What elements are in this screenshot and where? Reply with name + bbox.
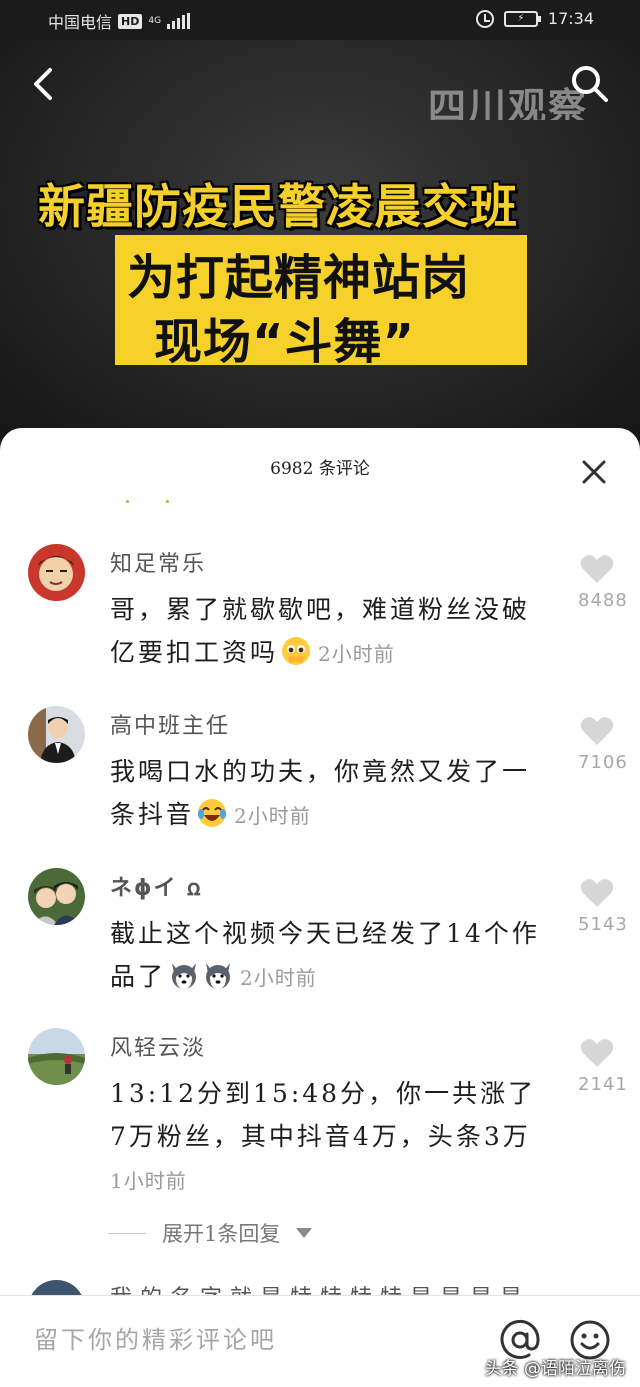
comment-time: 1小时前 (110, 1169, 187, 1193)
avatar[interactable] (28, 1028, 85, 1085)
comment-time: 2小时前 (240, 966, 317, 990)
comment-body: 我喝口水的功夫，你竟然又发了一条抖音 2小时前 (110, 750, 550, 838)
close-icon[interactable] (578, 456, 610, 488)
hd-badge: HD (118, 13, 143, 29)
comment-time: 2小时前 (234, 804, 311, 828)
heart-icon[interactable] (580, 554, 614, 584)
comments-panel: 6982 条评论 知足常乐 哥，累了就歇歇吧，难道粉丝没破亿要扣工资吗 2小时前 (0, 428, 640, 1387)
comment-body: 截止这个视频今天已经发了14个作品了 2小时前 (110, 912, 550, 1000)
video-subtitle-line1: 为打起精神站岗 (127, 250, 471, 306)
video-subtitle-line2: 现场“斗舞” (154, 314, 416, 370)
carrier-label: 中国电信 (48, 13, 113, 32)
comment-author[interactable]: ネɸイ ꭥ (110, 870, 203, 902)
husky-dog-emoji (172, 963, 197, 989)
video-headline: 新疆防疫民警凌晨交班 (38, 180, 518, 235)
loading-dots (124, 500, 174, 508)
heart-icon[interactable] (580, 878, 614, 908)
pleading-face-emoji (282, 637, 311, 665)
comments-count-title: 6982 条评论 (270, 459, 370, 479)
like-count: 2141 (578, 1074, 628, 1095)
comment-author[interactable]: 高中班主任 (110, 708, 230, 740)
search-icon[interactable] (568, 62, 612, 106)
comment-author[interactable]: 知足常乐 (110, 546, 206, 578)
comment-text: 我喝口水的功夫，你竟然又发了一条抖音 (110, 757, 531, 829)
status-bar: 中国电信 HD 4G ⚡ 17:34 (0, 0, 640, 40)
like-count: 5143 (578, 914, 628, 935)
like-count: 7106 (578, 752, 628, 773)
comment-input-bar: 头条 @语陌泣离伤 (0, 1295, 640, 1387)
video-player[interactable]: 四川观察 新疆防疫民警凌晨交班 为打起精神站岗 现场“斗舞” (0, 40, 640, 440)
comment-author[interactable]: 我的名字就是特特特特是是是是 (110, 1280, 530, 1296)
laughing-crying-emoji (198, 799, 227, 827)
heart-icon[interactable] (580, 1038, 614, 1068)
expand-replies-button[interactable]: 展开1条回复 (108, 1218, 313, 1248)
comment-body: 13:12分到15:48分，你一共涨了7万粉丝，其中抖音4万，头条3万 1小时前 (110, 1072, 540, 1203)
avatar[interactable] (28, 544, 85, 601)
alarm-icon (475, 9, 494, 28)
avatar[interactable] (28, 1280, 85, 1296)
like-button[interactable]: 8488 (578, 554, 628, 611)
comment-input[interactable] (34, 1320, 454, 1360)
like-button[interactable]: 5143 (578, 878, 628, 935)
comment-time: 2小时前 (318, 642, 395, 666)
avatar[interactable] (28, 868, 85, 925)
heart-icon[interactable] (580, 716, 614, 746)
comment-body: 哥，累了就歇歇吧，难道粉丝没破亿要扣工资吗 2小时前 (110, 588, 550, 676)
back-arrow-icon[interactable] (30, 64, 60, 104)
divider (108, 1232, 146, 1234)
comment-text: 13:12分到15:48分，你一共涨了7万粉丝，其中抖音4万，头条3万 (110, 1079, 537, 1151)
expand-replies-label: 展开1条回复 (162, 1222, 281, 1246)
husky-dog-emoji (206, 963, 231, 989)
signal-icon (167, 13, 191, 29)
network-type: 4G (148, 15, 162, 26)
source-watermark: 头条 @语陌泣离伤 (484, 1359, 626, 1379)
clock-time: 17:34 (547, 9, 594, 28)
avatar[interactable] (28, 706, 85, 763)
like-button[interactable]: 7106 (578, 716, 628, 773)
comment-item-partial: 我的名字就是特特特特是是是是 (0, 1276, 640, 1296)
comment-author[interactable]: 风轻云淡 (110, 1030, 206, 1062)
like-button[interactable]: 2141 (578, 1038, 628, 1095)
chevron-down-icon (296, 1228, 313, 1238)
battery-charging-icon: ⚡ (503, 10, 541, 27)
like-count: 8488 (578, 590, 628, 611)
